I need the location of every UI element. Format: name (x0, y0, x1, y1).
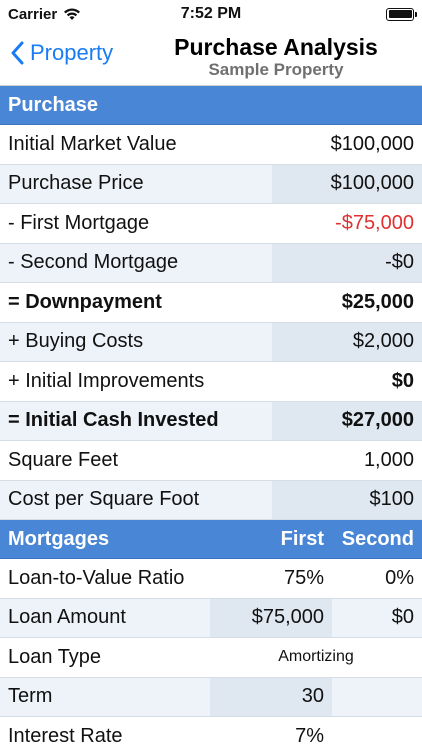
battery-indicator (386, 7, 417, 21)
row-value: 1,000 (363, 448, 414, 471)
mortgages-section-header: Mortgages First Second (0, 520, 422, 559)
row-loan-to-value[interactable]: Loan-to-Value Ratio 75% 0% (0, 559, 422, 599)
row-first-mortgage[interactable]: - First Mortgage -$75,000 (0, 204, 422, 244)
row-label: = Initial Cash Invested (8, 409, 219, 432)
row-value: $27,000 (272, 401, 422, 440)
row-value: $100 (272, 480, 422, 519)
row-second-mortgage[interactable]: - Second Mortgage -$0 (0, 243, 422, 283)
mortgages-header-label: Mortgages (8, 527, 110, 550)
row-value: $0 (391, 369, 414, 392)
nav-titles: Purchase Analysis Sample Property (130, 34, 422, 80)
row-value: $2,000 (272, 322, 422, 361)
column-header-first: First (280, 527, 324, 550)
row-value: $100,000 (330, 132, 414, 155)
battery-icon (386, 7, 417, 21)
row-label: Loan Type (8, 645, 102, 668)
row-loan-type[interactable]: Loan Type Amortizing (0, 638, 422, 678)
row-downpayment[interactable]: = Downpayment $25,000 (0, 283, 422, 323)
row-label: = Downpayment (8, 290, 162, 313)
purchase-header-label: Purchase (8, 93, 99, 116)
purchase-section-header: Purchase (0, 86, 422, 125)
row-label: Cost per Square Foot (8, 488, 200, 511)
status-time: 7:52 PM (180, 5, 242, 22)
row-label: Term (8, 685, 53, 708)
loan-type-value: Amortizing (278, 648, 354, 666)
row-loan-amount[interactable]: Loan Amount $75,000 $0 (0, 598, 422, 638)
row-value: -$0 (272, 243, 422, 282)
row-purchase-price[interactable]: Purchase Price $100,000 (0, 164, 422, 204)
column-header-second: Second (341, 527, 414, 550)
second-value (332, 678, 422, 717)
row-label: Loan-to-Value Ratio (8, 566, 185, 589)
row-label: Initial Market Value (8, 132, 177, 155)
second-value: 0% (385, 566, 414, 589)
row-label: + Initial Improvements (8, 369, 205, 392)
row-label: Square Feet (8, 448, 119, 471)
first-value: 7% (295, 724, 324, 747)
row-initial-improvements[interactable]: + Initial Improvements $0 (0, 362, 422, 402)
purchase-table: Initial Market Value $100,000 Purchase P… (0, 125, 422, 520)
row-square-feet[interactable]: Square Feet 1,000 (0, 441, 422, 481)
row-interest-rate[interactable]: Interest Rate 7% (0, 717, 422, 750)
row-label: - Second Mortgage (8, 251, 179, 274)
first-value: 30 (210, 677, 332, 716)
row-label: Interest Rate (8, 724, 123, 747)
navigation-bar: Property Purchase Analysis Sample Proper… (0, 28, 422, 86)
back-label: Property (30, 40, 114, 65)
row-label: + Buying Costs (8, 330, 144, 353)
second-value: $0 (391, 606, 414, 629)
row-value: $25,000 (341, 290, 414, 313)
first-value: $75,000 (210, 598, 332, 637)
back-button[interactable]: Property (10, 40, 113, 66)
page-title: Purchase Analysis (174, 34, 378, 60)
row-term[interactable]: Term 30 (0, 677, 422, 717)
row-value: $100,000 (272, 164, 422, 203)
chevron-left-icon (11, 41, 24, 65)
first-value: 75% (283, 566, 324, 589)
row-value: -$75,000 (335, 211, 414, 234)
row-label: Purchase Price (8, 172, 144, 195)
row-cost-per-square-foot[interactable]: Cost per Square Foot $100 (0, 480, 422, 520)
page-subtitle: Sample Property (208, 60, 344, 79)
row-initial-cash-invested[interactable]: = Initial Cash Invested $27,000 (0, 401, 422, 441)
row-buying-costs[interactable]: + Buying Costs $2,000 (0, 322, 422, 362)
status-bar: Carrier 7:52 PM (0, 0, 422, 28)
second-value (332, 717, 422, 750)
mortgages-table: Loan-to-Value Ratio 75% 0% Loan Amount $… (0, 559, 422, 750)
row-label: Loan Amount (8, 606, 126, 629)
row-initial-market-value[interactable]: Initial Market Value $100,000 (0, 125, 422, 165)
row-label: - First Mortgage (8, 211, 150, 234)
